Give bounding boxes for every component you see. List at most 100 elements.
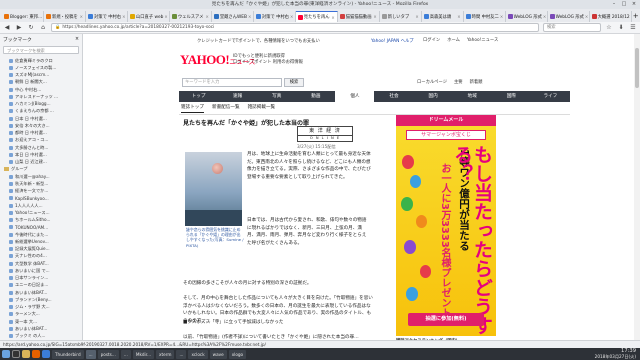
browser-tab[interactable]: WebLOG 形式 × [548, 11, 590, 22]
gnav-tab[interactable]: 速報 [218, 91, 257, 102]
bookmark-item[interactable]: 都時 日 中村選... [0, 130, 82, 137]
news-search-button[interactable]: 検索 [284, 78, 304, 87]
bookmark-search-input[interactable]: ブックマークを検索 [3, 46, 79, 54]
bookmark-folder[interactable]: グループ [0, 166, 82, 173]
bookmark-item[interactable]: 大型数学 体BAT... [0, 260, 82, 267]
source-logo[interactable]: 東 洋 経 済 O N L I N E [297, 126, 353, 142]
top-links[interactable]: Yahoo! JAPAN ヘルプ [371, 38, 414, 44]
gnav-tab[interactable]: ライフ [531, 91, 570, 102]
browser-tab[interactable]: 新規・投稿を × [44, 11, 86, 22]
bookmark-item[interactable]: 朝鮮 日 新聞大... [0, 79, 82, 86]
article-photo[interactable] [185, 152, 242, 226]
tab-close-icon[interactable]: × [205, 14, 208, 19]
tab-close-icon[interactable]: × [415, 14, 418, 19]
taskbar-task[interactable]: xlogo [228, 349, 247, 359]
browser-tab[interactable]: 猫猫猫猫動画 × [338, 11, 380, 22]
bookmark-item[interactable]: ブランドン(Beny... [0, 296, 82, 303]
tab-close-icon[interactable]: × [331, 15, 334, 20]
bookmark-item[interactable]: 経済を一文でか... [0, 188, 82, 195]
bookmark-item[interactable]: 東一本 大... [0, 318, 82, 325]
bookmark-item[interactable]: ちホールムSitho... [0, 217, 82, 224]
bookmark-item[interactable]: 中心 中村右... [0, 86, 82, 93]
bookmark-item[interactable]: くまえちんの京都 ... [0, 108, 82, 115]
browser-tab[interactable]: 新しいタブ × [380, 11, 422, 22]
page-scrollbar[interactable] [634, 34, 640, 348]
bookmark-item[interactable]: ハカミンJ(Blogg... [0, 101, 82, 108]
tab-close-icon[interactable]: × [122, 14, 125, 19]
browser-tab[interactable]: ウェルスアメ × [170, 11, 212, 22]
taskbar-task[interactable]: Thunderbird [52, 349, 84, 359]
browser-tab[interactable]: 時間 中村友二 × [464, 11, 506, 22]
sidebar-title[interactable]: ブックマーク [3, 36, 32, 43]
bookmark-item[interactable]: アキレスドーナッツ ... [0, 93, 82, 100]
browser-tab[interactable]: WebLOG 形式 × [506, 11, 548, 22]
sidebar-close-icon[interactable]: × [75, 37, 79, 42]
browser-tab[interactable]: 見たちを再ん × [295, 11, 338, 22]
bookmark-item[interactable]: 和川選一@ahay... [0, 173, 82, 180]
search-option[interactable]: 主要 [454, 79, 463, 85]
header-line-2[interactable]: ログイン Tポイント 利用のお得情報 [233, 60, 303, 66]
search-bar[interactable]: 検索 [543, 23, 601, 32]
new-tab-button[interactable]: + [632, 11, 640, 22]
bookmark-item[interactable]: 山梨 日 近江建... [0, 159, 82, 166]
tab-close-icon[interactable]: × [500, 14, 503, 19]
bookmark-star-icon[interactable]: ☆ [605, 24, 613, 32]
tab-close-icon[interactable]: × [373, 14, 376, 19]
download-icon[interactable]: ⬇ [617, 24, 625, 32]
search-option[interactable]: ローカルページ [417, 79, 447, 85]
top-right-link[interactable]: ホーム [447, 37, 460, 43]
taskbar-task[interactable]: ... [120, 349, 131, 359]
url-bar[interactable]: 🔒 https://headlines.yahoo.co.jp/article?… [51, 23, 539, 32]
bookmark-item[interactable]: Yahoo!ニュース... [0, 209, 82, 216]
browser-tab[interactable]: 山口直子 web × [128, 11, 170, 22]
browser-tab[interactable]: 対策で 中村右 × [254, 11, 296, 22]
gnav-tab[interactable]: 国際 [492, 91, 531, 102]
gnav-tab[interactable]: 動画 [296, 91, 335, 102]
gnav-tab[interactable]: 社会 [374, 91, 413, 102]
subnav-tab[interactable]: 雑誌トップ [181, 104, 204, 113]
taskbar-task[interactable]: ... [176, 349, 187, 359]
bookmark-item[interactable]: 1人人人人人... [0, 202, 82, 209]
browser-tab[interactable]: 大概選 2018/12× [590, 11, 632, 22]
promo-text[interactable]: クレジットカードでTポイントで、各種情報をいつでもお支払い [197, 38, 320, 44]
subnav-tab[interactable]: 雑誌掲載一覧 [248, 104, 276, 113]
bookmark-item[interactable]: ラーメン大... [0, 311, 82, 318]
tab-close-icon[interactable]: × [585, 14, 588, 19]
taskbar-task[interactable]: Mkdir... [132, 349, 155, 359]
bookmark-item[interactable]: 記録大展覧Quie... [0, 246, 82, 253]
minimize-icon[interactable]: – [611, 1, 617, 7]
bookmark-item[interactable]: 秋天年新・新型... [0, 180, 82, 187]
tab-close-icon[interactable]: × [290, 14, 293, 19]
news-search-input[interactable]: キーワードを入力 [182, 78, 282, 87]
tab-close-icon[interactable]: × [543, 14, 546, 19]
home-icon[interactable]: ⌂ [39, 24, 47, 32]
browser-tab[interactable]: 堂蔵さんWEB × [212, 11, 254, 22]
browser-tab[interactable]: 高森美は頭 × [422, 11, 464, 22]
start-menu-icon[interactable] [2, 350, 10, 358]
gnav-tab[interactable]: 写真 [257, 91, 296, 102]
tab-close-icon[interactable]: × [164, 14, 167, 19]
scroll-thumb[interactable] [635, 48, 639, 88]
bookmark-item[interactable]: あいまい体BAT... [0, 289, 82, 296]
gnav-tab[interactable]: 国内 [414, 91, 453, 102]
mail-icon[interactable] [42, 350, 50, 358]
gnav-tab[interactable]: トップ [179, 91, 218, 102]
taskbar-task[interactable]: posts... [97, 349, 119, 359]
top-right-link[interactable]: Yahoo!ニュース [467, 37, 498, 43]
bookmark-item[interactable]: 本日 日 中村選... [0, 151, 82, 158]
ad-entry-button[interactable]: 抽選に参加(無料) [408, 313, 484, 326]
maximize-icon[interactable]: □ [621, 1, 627, 7]
reload-icon[interactable]: ↻ [27, 24, 35, 32]
bookmark-item[interactable]: 新総選挙Uenov... [0, 238, 82, 245]
tab-close-icon[interactable]: × [248, 14, 251, 19]
tab-close-icon[interactable]: × [80, 14, 83, 19]
taskbar-task[interactable]: wave [209, 349, 227, 359]
tab-close-icon[interactable]: × [457, 14, 460, 19]
bookmark-item[interactable]: 日本サンライン... [0, 275, 82, 282]
browser-tab[interactable]: Blogger: 東邦...× [2, 11, 44, 22]
taskbar-task[interactable]: xterm [156, 349, 175, 359]
clock[interactable]: 17:39 2018年03月27日(火) [595, 348, 638, 359]
bookmark-item[interactable]: ユニーの日記ま... [0, 282, 82, 289]
bookmark-item[interactable]: 安倍 木々の大き... [0, 122, 82, 129]
bookmark-item[interactable]: 天ナレ性のの4... [0, 253, 82, 260]
